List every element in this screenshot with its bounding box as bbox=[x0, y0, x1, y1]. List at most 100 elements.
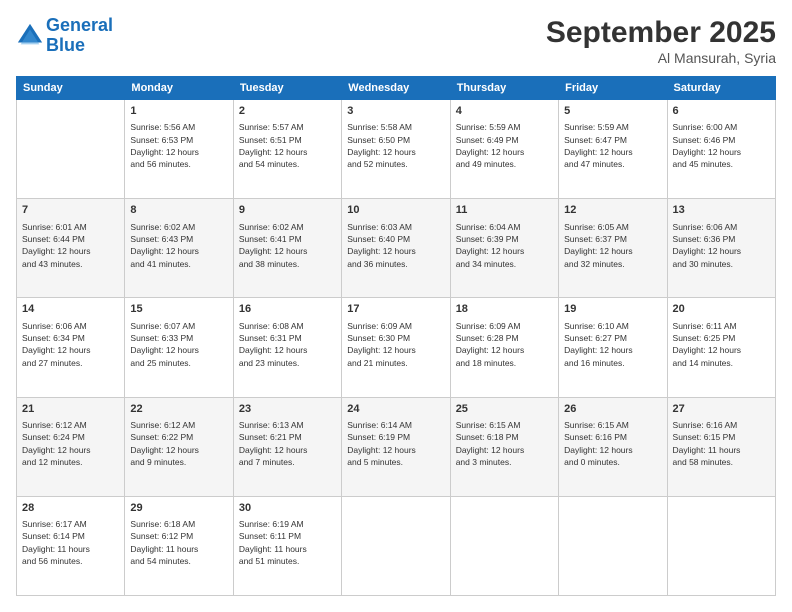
day-number: 21 bbox=[22, 402, 119, 417]
day-number: 18 bbox=[456, 302, 553, 317]
col-saturday: Saturday bbox=[667, 77, 775, 100]
table-row: 24 Sunrise: 6:14 AM Sunset: 6:19 PM Dayli… bbox=[342, 397, 450, 496]
logo-icon bbox=[16, 22, 44, 50]
day-number: 22 bbox=[130, 402, 227, 417]
day-info: Sunrise: 6:19 AM Sunset: 6:11 PM Dayligh… bbox=[239, 518, 336, 567]
logo-text: General Blue bbox=[46, 16, 113, 56]
day-number: 25 bbox=[456, 402, 553, 417]
table-row: 8Sunrise: 6:02 AM Sunset: 6:43 PM Daylig… bbox=[125, 199, 233, 298]
calendar-week-3: 21Sunrise: 6:12 AM Sunset: 6:24 PM Dayli… bbox=[17, 397, 776, 496]
table-row bbox=[450, 496, 558, 595]
table-row: 15 Sunrise: 6:07 AM Sunset: 6:33 PM Dayli… bbox=[125, 298, 233, 397]
day-number: 19 bbox=[564, 302, 661, 317]
logo-line1: General bbox=[46, 15, 113, 35]
header-row: Sunday Monday Tuesday Wednesday Thursday… bbox=[17, 77, 776, 100]
month-title: September 2025 bbox=[546, 16, 776, 50]
title-block: September 2025 Al Mansurah, Syria bbox=[546, 16, 776, 66]
table-row: 11 Sunrise: 6:04 AM Sunset: 6:39 PM Dayli… bbox=[450, 199, 558, 298]
day-info: Sunrise: 5:58 AM Sunset: 6:50 PM Dayligh… bbox=[347, 121, 444, 170]
day-info: Sunrise: 6:14 AM Sunset: 6:19 PM Dayligh… bbox=[347, 419, 444, 468]
table-row: 16 Sunrise: 6:08 AM Sunset: 6:31 PM Dayli… bbox=[233, 298, 341, 397]
day-number: 5 bbox=[564, 104, 661, 119]
day-number: 6 bbox=[673, 104, 770, 119]
calendar-week-2: 14Sunrise: 6:06 AM Sunset: 6:34 PM Dayli… bbox=[17, 298, 776, 397]
day-number: 16 bbox=[239, 302, 336, 317]
day-number: 28 bbox=[22, 501, 119, 516]
day-info: Sunrise: 6:02 AM Sunset: 6:41 PM Dayligh… bbox=[239, 221, 336, 270]
day-number: 9 bbox=[239, 203, 336, 218]
day-info: Sunrise: 5:59 AM Sunset: 6:49 PM Dayligh… bbox=[456, 121, 553, 170]
table-row: 4Sunrise: 5:59 AM Sunset: 6:49 PM Daylig… bbox=[450, 100, 558, 199]
day-info: Sunrise: 6:10 AM Sunset: 6:27 PM Dayligh… bbox=[564, 320, 661, 369]
table-row: 10Sunrise: 6:03 AM Sunset: 6:40 PM Dayli… bbox=[342, 199, 450, 298]
day-number: 27 bbox=[673, 402, 770, 417]
day-info: Sunrise: 6:04 AM Sunset: 6:39 PM Dayligh… bbox=[456, 221, 553, 270]
table-row: 29Sunrise: 6:18 AM Sunset: 6:12 PM Dayli… bbox=[125, 496, 233, 595]
table-row: 13 Sunrise: 6:06 AM Sunset: 6:36 PM Dayli… bbox=[667, 199, 775, 298]
table-row: 25 Sunrise: 6:15 AM Sunset: 6:18 PM Dayli… bbox=[450, 397, 558, 496]
day-info: Sunrise: 6:00 AM Sunset: 6:46 PM Dayligh… bbox=[673, 121, 770, 170]
col-sunday: Sunday bbox=[17, 77, 125, 100]
day-number: 12 bbox=[564, 203, 661, 218]
table-row: 26 Sunrise: 6:15 AM Sunset: 6:16 PM Dayli… bbox=[559, 397, 667, 496]
day-info: Sunrise: 6:18 AM Sunset: 6:12 PM Dayligh… bbox=[130, 518, 227, 567]
logo: General Blue bbox=[16, 16, 113, 56]
col-monday: Monday bbox=[125, 77, 233, 100]
day-info: Sunrise: 6:03 AM Sunset: 6:40 PM Dayligh… bbox=[347, 221, 444, 270]
calendar-week-4: 28Sunrise: 6:17 AM Sunset: 6:14 PM Dayli… bbox=[17, 496, 776, 595]
calendar-week-0: 1 Sunrise: 5:56 AM Sunset: 6:53 PM Daylig… bbox=[17, 100, 776, 199]
table-row: 21Sunrise: 6:12 AM Sunset: 6:24 PM Dayli… bbox=[17, 397, 125, 496]
logo-line2: Blue bbox=[46, 35, 85, 55]
table-row bbox=[667, 496, 775, 595]
table-row: 5 Sunrise: 5:59 AM Sunset: 6:47 PM Daylig… bbox=[559, 100, 667, 199]
table-row: 27 Sunrise: 6:16 AM Sunset: 6:15 PM Dayli… bbox=[667, 397, 775, 496]
table-row: 18 Sunrise: 6:09 AM Sunset: 6:28 PM Dayli… bbox=[450, 298, 558, 397]
day-info: Sunrise: 6:09 AM Sunset: 6:28 PM Dayligh… bbox=[456, 320, 553, 369]
day-number: 8 bbox=[130, 203, 227, 218]
day-number: 11 bbox=[456, 203, 553, 218]
day-info: Sunrise: 6:11 AM Sunset: 6:25 PM Dayligh… bbox=[673, 320, 770, 369]
location: Al Mansurah, Syria bbox=[546, 50, 776, 66]
table-row: 22Sunrise: 6:12 AM Sunset: 6:22 PM Dayli… bbox=[125, 397, 233, 496]
day-info: Sunrise: 5:56 AM Sunset: 6:53 PM Dayligh… bbox=[130, 121, 227, 170]
table-row: 19 Sunrise: 6:10 AM Sunset: 6:27 PM Dayli… bbox=[559, 298, 667, 397]
day-number: 30 bbox=[239, 501, 336, 516]
day-number: 17 bbox=[347, 302, 444, 317]
table-row: 3Sunrise: 5:58 AM Sunset: 6:50 PM Daylig… bbox=[342, 100, 450, 199]
day-number: 15 bbox=[130, 302, 227, 317]
day-info: Sunrise: 6:07 AM Sunset: 6:33 PM Dayligh… bbox=[130, 320, 227, 369]
day-info: Sunrise: 6:15 AM Sunset: 6:18 PM Dayligh… bbox=[456, 419, 553, 468]
day-number: 26 bbox=[564, 402, 661, 417]
table-row: 12Sunrise: 6:05 AM Sunset: 6:37 PM Dayli… bbox=[559, 199, 667, 298]
calendar-week-1: 7 Sunrise: 6:01 AM Sunset: 6:44 PM Daylig… bbox=[17, 199, 776, 298]
table-row bbox=[342, 496, 450, 595]
day-info: Sunrise: 6:08 AM Sunset: 6:31 PM Dayligh… bbox=[239, 320, 336, 369]
day-info: Sunrise: 6:15 AM Sunset: 6:16 PM Dayligh… bbox=[564, 419, 661, 468]
day-info: Sunrise: 6:06 AM Sunset: 6:36 PM Dayligh… bbox=[673, 221, 770, 270]
day-number: 1 bbox=[130, 104, 227, 119]
table-row: 14Sunrise: 6:06 AM Sunset: 6:34 PM Dayli… bbox=[17, 298, 125, 397]
col-wednesday: Wednesday bbox=[342, 77, 450, 100]
day-number: 13 bbox=[673, 203, 770, 218]
col-friday: Friday bbox=[559, 77, 667, 100]
table-row: 1 Sunrise: 5:56 AM Sunset: 6:53 PM Daylig… bbox=[125, 100, 233, 199]
table-row: 2Sunrise: 5:57 AM Sunset: 6:51 PM Daylig… bbox=[233, 100, 341, 199]
calendar-table: Sunday Monday Tuesday Wednesday Thursday… bbox=[16, 76, 776, 596]
day-number: 23 bbox=[239, 402, 336, 417]
table-row bbox=[17, 100, 125, 199]
day-number: 2 bbox=[239, 104, 336, 119]
table-row: 20Sunrise: 6:11 AM Sunset: 6:25 PM Dayli… bbox=[667, 298, 775, 397]
table-row: 28Sunrise: 6:17 AM Sunset: 6:14 PM Dayli… bbox=[17, 496, 125, 595]
day-info: Sunrise: 6:06 AM Sunset: 6:34 PM Dayligh… bbox=[22, 320, 119, 369]
day-info: Sunrise: 6:13 AM Sunset: 6:21 PM Dayligh… bbox=[239, 419, 336, 468]
col-tuesday: Tuesday bbox=[233, 77, 341, 100]
col-thursday: Thursday bbox=[450, 77, 558, 100]
day-number: 7 bbox=[22, 203, 119, 218]
table-row: 6 Sunrise: 6:00 AM Sunset: 6:46 PM Daylig… bbox=[667, 100, 775, 199]
table-row: 9 Sunrise: 6:02 AM Sunset: 6:41 PM Daylig… bbox=[233, 199, 341, 298]
day-info: Sunrise: 6:09 AM Sunset: 6:30 PM Dayligh… bbox=[347, 320, 444, 369]
day-info: Sunrise: 6:01 AM Sunset: 6:44 PM Dayligh… bbox=[22, 221, 119, 270]
day-info: Sunrise: 6:16 AM Sunset: 6:15 PM Dayligh… bbox=[673, 419, 770, 468]
day-number: 24 bbox=[347, 402, 444, 417]
day-info: Sunrise: 5:59 AM Sunset: 6:47 PM Dayligh… bbox=[564, 121, 661, 170]
